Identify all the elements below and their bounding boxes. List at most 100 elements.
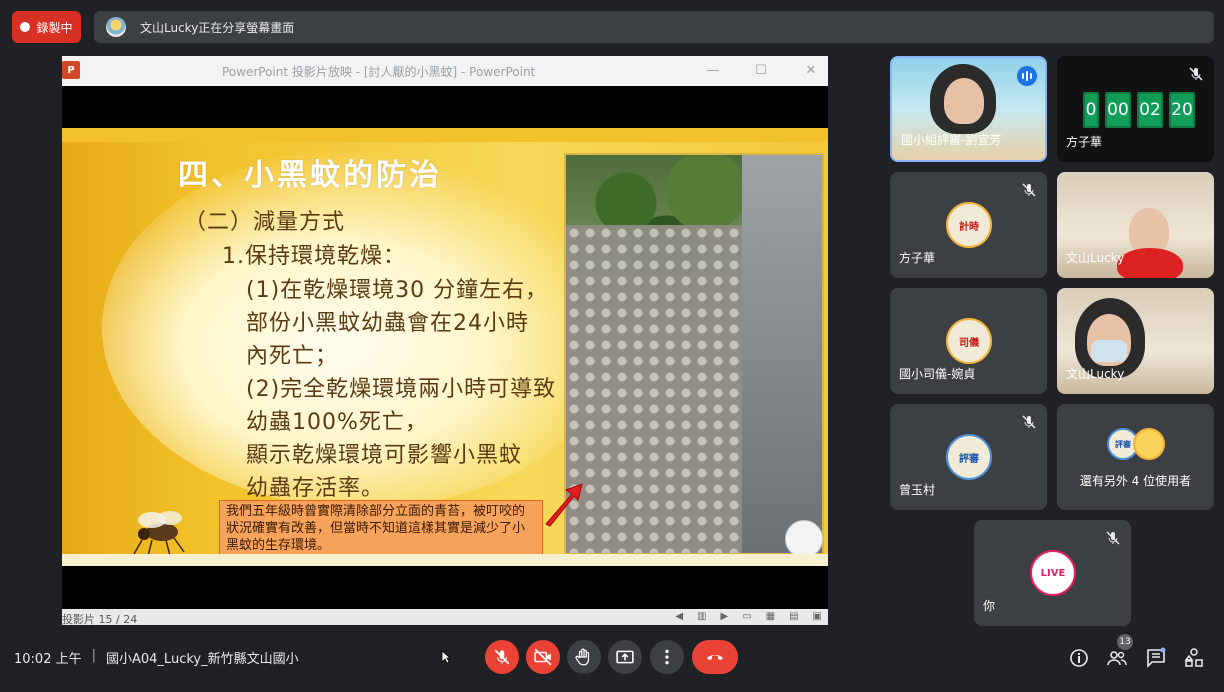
participant-tile[interactable]: 評審 曾玉村 bbox=[890, 404, 1047, 510]
meeting-name: 國小A04_Lucky_新竹縣文山國小 bbox=[106, 652, 299, 667]
leave-call-button[interactable] bbox=[692, 640, 738, 674]
participant-tile[interactable]: 計時 方子華 bbox=[890, 172, 1047, 278]
reading-view-icon[interactable]: ▤ bbox=[789, 611, 798, 622]
notes-icon[interactable]: ▥ bbox=[697, 611, 706, 622]
avatar: 計時 bbox=[946, 202, 992, 248]
slide-line: 顯示乾燥環境可影響小黑蚊 bbox=[246, 443, 523, 468]
info-icon[interactable] bbox=[1068, 647, 1090, 669]
mosquito-icon bbox=[133, 511, 185, 557]
slide-line: 幼蟲100%死亡， bbox=[246, 410, 428, 435]
participant-tile[interactable]: 文山Lucky bbox=[1057, 172, 1214, 278]
activities-icon[interactable] bbox=[1183, 647, 1205, 669]
maximize-icon[interactable]: ☐ bbox=[752, 62, 770, 80]
slide-photo bbox=[564, 153, 824, 555]
recording-indicator[interactable]: 錄製中 bbox=[12, 11, 81, 43]
shared-screen[interactable]: P PowerPoint 投影片放映 - [討人厭的小黑蚊] - PowerPo… bbox=[62, 56, 828, 626]
more-options-button[interactable] bbox=[650, 640, 684, 674]
slide-line: (2)完全乾燥環境兩小時可導致 bbox=[246, 377, 557, 402]
avatar: 司儀 bbox=[946, 318, 992, 364]
present-button[interactable] bbox=[608, 640, 642, 674]
participant-name: 你 bbox=[983, 599, 996, 613]
more-participants-tile[interactable]: 評審 還有另外 4 位使用者 bbox=[1057, 404, 1214, 510]
hand-icon bbox=[575, 648, 590, 666]
clock: 10:02 上午 bbox=[14, 652, 82, 667]
prev-slide-icon[interactable]: ◀ bbox=[675, 611, 683, 622]
normal-view-icon[interactable]: ▭ bbox=[742, 611, 751, 622]
participant-tile[interactable]: 0 00 02 20 方子華 bbox=[1057, 56, 1214, 162]
timer-digit: 02 bbox=[1137, 92, 1163, 128]
camera-off-icon bbox=[534, 648, 552, 666]
participant-name: 文山Lucky bbox=[1066, 251, 1125, 265]
countdown-timer: 0 00 02 20 bbox=[1083, 92, 1195, 128]
meet-window: 錄製中 文山Lucky正在分享螢幕畫面 P PowerPoint 投影片放映 -… bbox=[0, 0, 1224, 692]
timer-digit: 20 bbox=[1169, 92, 1195, 128]
participant-tile[interactable]: 司儀 國小司儀-婉貞 bbox=[890, 288, 1047, 394]
participant-tile[interactable]: 國小組評審-劉宜芳 bbox=[890, 56, 1047, 162]
face-mask bbox=[1091, 340, 1127, 362]
participant-tile[interactable]: 文山Lucky bbox=[1057, 288, 1214, 394]
participant-video bbox=[1117, 248, 1183, 278]
raise-hand-button[interactable] bbox=[567, 640, 601, 674]
slide-note-box: 我們五年級時曾實際清除部分立面的青苔，被叮咬的狀況確實有改善，但當時不知道這樣其… bbox=[219, 500, 543, 558]
screen-share-banner: 文山Lucky正在分享螢幕畫面 bbox=[94, 11, 1214, 43]
recording-label: 錄製中 bbox=[36, 20, 73, 35]
more-participants-label: 還有另外 4 位使用者 bbox=[1079, 474, 1192, 488]
powerpoint-logo-icon: P bbox=[62, 61, 80, 79]
participant-name: 國小組評審-劉宜芳 bbox=[901, 133, 1002, 147]
slide-line: 內死亡； bbox=[246, 344, 339, 369]
slideshow-view-icon[interactable]: ▣ bbox=[813, 611, 822, 622]
avatar: 評審 bbox=[946, 434, 992, 480]
mic-off-icon bbox=[1022, 415, 1036, 429]
mouse-cursor-icon bbox=[441, 650, 451, 664]
slide-line: (1)在乾燥環境30 分鐘左右， bbox=[246, 278, 549, 303]
photo-building bbox=[742, 155, 822, 553]
participant-name: 國小司儀-婉貞 bbox=[899, 367, 976, 381]
presenter-avatar bbox=[106, 17, 126, 37]
next-slide-icon[interactable]: ▶ bbox=[720, 611, 728, 622]
mic-off-icon bbox=[1106, 531, 1120, 545]
participant-face bbox=[944, 78, 984, 124]
photo-wall bbox=[566, 225, 756, 553]
slide-line: （二）減量方式 bbox=[184, 210, 346, 235]
mic-off-icon bbox=[494, 649, 510, 665]
participant-name: 方子華 bbox=[899, 251, 936, 265]
slide-line: 1.保持環境乾燥： bbox=[222, 244, 406, 269]
avatar bbox=[1133, 428, 1165, 460]
meeting-info: 10:02 上午 | 國小A04_Lucky_新竹縣文山國小 bbox=[14, 648, 299, 667]
timer-digit: 00 bbox=[1105, 92, 1131, 128]
avatar: LIVE bbox=[1030, 550, 1076, 596]
slide-top-band bbox=[62, 128, 828, 142]
slide-line: 部份小黑蚊幼蟲會在24小時 bbox=[246, 311, 529, 336]
camera-toggle-button[interactable] bbox=[526, 640, 560, 674]
timer-digit: 0 bbox=[1083, 92, 1099, 128]
red-arrow-icon bbox=[545, 483, 583, 527]
present-screen-icon bbox=[616, 650, 634, 664]
participant-name: 文山Lucky bbox=[1066, 367, 1125, 381]
slide-bottom-band bbox=[62, 554, 828, 566]
slide-counter: 投影片 15 / 24 bbox=[62, 613, 138, 626]
self-tile[interactable]: LIVE 你 bbox=[974, 520, 1131, 626]
close-icon[interactable]: ✕ bbox=[802, 62, 820, 80]
more-vert-icon bbox=[665, 649, 669, 665]
slide: 四、小黑蚊的防治 （二）減量方式 1.保持環境乾燥： (1)在乾燥環境30 分鐘… bbox=[62, 128, 828, 566]
ppt-titlebar: P PowerPoint 投影片放映 - [討人厭的小黑蚊] - PowerPo… bbox=[62, 56, 828, 86]
people-count-badge: 13 bbox=[1117, 634, 1133, 650]
ppt-statusbar: 投影片 15 / 24 ◀ ▥ ▶ ▭ ▦ ▤ ▣ bbox=[62, 609, 828, 626]
share-banner-text: 文山Lucky正在分享螢幕畫面 bbox=[140, 20, 295, 35]
minimize-icon[interactable]: — bbox=[704, 62, 722, 80]
people-icon[interactable] bbox=[1106, 647, 1128, 669]
ppt-window-title: PowerPoint 投影片放映 - [討人厭的小黑蚊] - PowerPoin… bbox=[222, 65, 536, 79]
participant-name: 曾玉村 bbox=[899, 483, 936, 497]
separator: | bbox=[91, 648, 96, 663]
slide-line: 幼蟲存活率。 bbox=[246, 476, 385, 501]
ppt-view-controls: ◀ ▥ ▶ ▭ ▦ ▤ ▣ bbox=[675, 611, 822, 622]
slide-sorter-icon[interactable]: ▦ bbox=[766, 611, 775, 622]
chat-icon[interactable] bbox=[1145, 647, 1167, 669]
school-logo bbox=[785, 520, 823, 558]
slide-heading: 四、小黑蚊的防治 bbox=[178, 158, 442, 193]
hang-up-icon bbox=[707, 655, 723, 660]
record-dot-icon bbox=[20, 22, 31, 32]
mic-toggle-button[interactable] bbox=[485, 640, 519, 674]
mic-off-icon bbox=[1022, 183, 1036, 197]
participant-name: 方子華 bbox=[1066, 135, 1103, 149]
